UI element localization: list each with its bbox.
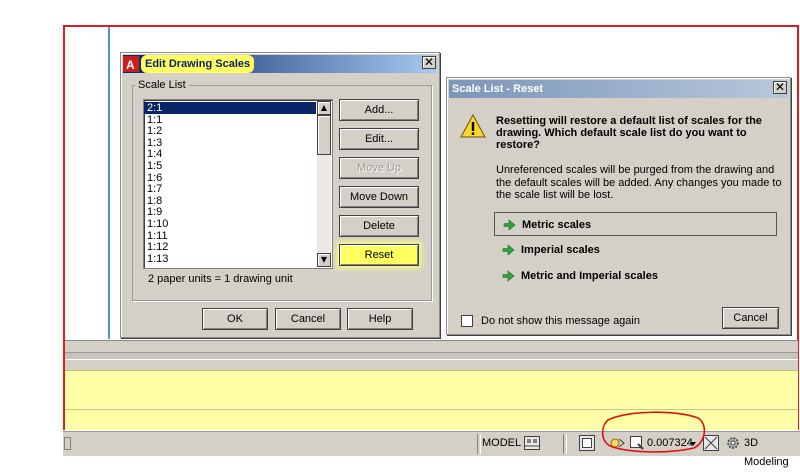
edit-button[interactable]: Edit...	[339, 128, 419, 150]
scale-list-item[interactable]: 1:8	[144, 195, 316, 207]
option-metric-and-imperial-scales[interactable]: Metric and Imperial scales	[494, 264, 777, 288]
workspace-switch[interactable]: 3D Modeling	[744, 434, 800, 468]
scale-list-item[interactable]: 1:6	[144, 172, 316, 184]
arrow-right-icon	[502, 270, 515, 282]
reset-cancel-button[interactable]: Cancel	[722, 307, 779, 329]
scale-list-item[interactable]: 1:1	[144, 114, 316, 126]
move-up-button[interactable]: Move Up	[339, 157, 419, 179]
scale-list-item[interactable]: 1:11	[144, 230, 316, 242]
ok-button[interactable]: OK	[202, 308, 268, 330]
option-imperial-scales[interactable]: Imperial scales	[494, 238, 777, 262]
scale-listbox[interactable]: 2:1 1:1 1:2 1:3 1:4 1:5 1:6 1:7 1:8 1:9 1:10 1:11 1:…	[143, 99, 333, 269]
close-icon[interactable]: ✕	[422, 56, 436, 69]
reset-button[interactable]: Reset	[339, 244, 419, 266]
delete-button[interactable]: Delete	[339, 215, 419, 237]
gear-icon[interactable]	[725, 435, 741, 454]
warning-icon	[460, 114, 486, 138]
scale-list-item[interactable]: 1:10	[144, 218, 316, 230]
reset-heading: Resetting will restore a default list of…	[496, 115, 762, 151]
cancel-button[interactable]: Cancel	[275, 308, 341, 330]
model-label: MODEL	[482, 437, 522, 449]
add-button[interactable]: Add...	[339, 99, 419, 121]
viewport-separator	[65, 340, 798, 370]
drawing-border-line	[108, 27, 110, 339]
dialog-title: Edit Drawing Scales	[141, 55, 255, 73]
scroll-down-arrow[interactable]: ▼	[317, 253, 331, 267]
arrow-right-icon	[502, 244, 515, 256]
scale-list-item[interactable]: 2:1	[144, 102, 316, 114]
model-button[interactable]: MODEL	[482, 434, 521, 453]
dialog-titlebar: A Edit Drawing Scales	[123, 55, 437, 73]
reset-dialog-title: Scale List - Reset	[452, 83, 544, 95]
move-down-button[interactable]: Move Down	[339, 186, 419, 208]
edit-drawing-scales-dialog: A Edit Drawing Scales ✕ Scale List 2:1 1:…	[120, 52, 440, 338]
scale-list-item[interactable]: 1:9	[144, 206, 316, 219]
scroll-up-arrow[interactable]: ▲	[317, 101, 331, 115]
dont-show-label: Do not show this message again	[481, 315, 640, 327]
option-metric-scales[interactable]: Metric scales	[494, 212, 777, 236]
arrow-right-icon	[503, 219, 516, 231]
listbox-scrollbar[interactable]: ▲ ▼	[317, 101, 331, 267]
help-button[interactable]: Help	[347, 308, 413, 330]
svg-text:A: A	[126, 58, 135, 72]
units-text: 2 paper units = 1 drawing unit	[148, 273, 293, 285]
scale-list-item[interactable]: 1:12	[144, 241, 316, 253]
scale-list-item[interactable]: 1:4	[144, 148, 316, 161]
scale-list-item[interactable]: 1:3	[144, 137, 316, 149]
scale-list-item[interactable]: 1:7	[144, 183, 316, 195]
maximize-viewport-icon[interactable]	[579, 435, 595, 454]
scroll-thumb[interactable]	[317, 115, 331, 155]
autocad-logo-icon: A	[123, 56, 139, 72]
scale-list-item[interactable]: 1:13	[144, 253, 316, 265]
scale-list-item[interactable]: 1:5	[144, 160, 316, 172]
dont-show-checkbox[interactable]	[461, 315, 473, 327]
close-icon[interactable]: ✕	[773, 81, 787, 94]
scale-list-item[interactable]: 1:2	[144, 125, 316, 137]
reset-description: Unreferenced scales will be purged from …	[496, 164, 782, 201]
scale-list-label: Scale List	[135, 79, 189, 91]
reset-titlebar: Scale List - Reset	[449, 80, 788, 98]
statusbar-scroll-left[interactable]	[64, 434, 72, 453]
layout-icon[interactable]	[524, 436, 540, 455]
scale-list-reset-dialog: Scale List - Reset ✕ Resetting will rest…	[446, 77, 791, 335]
annotation-red-circle	[601, 411, 706, 453]
